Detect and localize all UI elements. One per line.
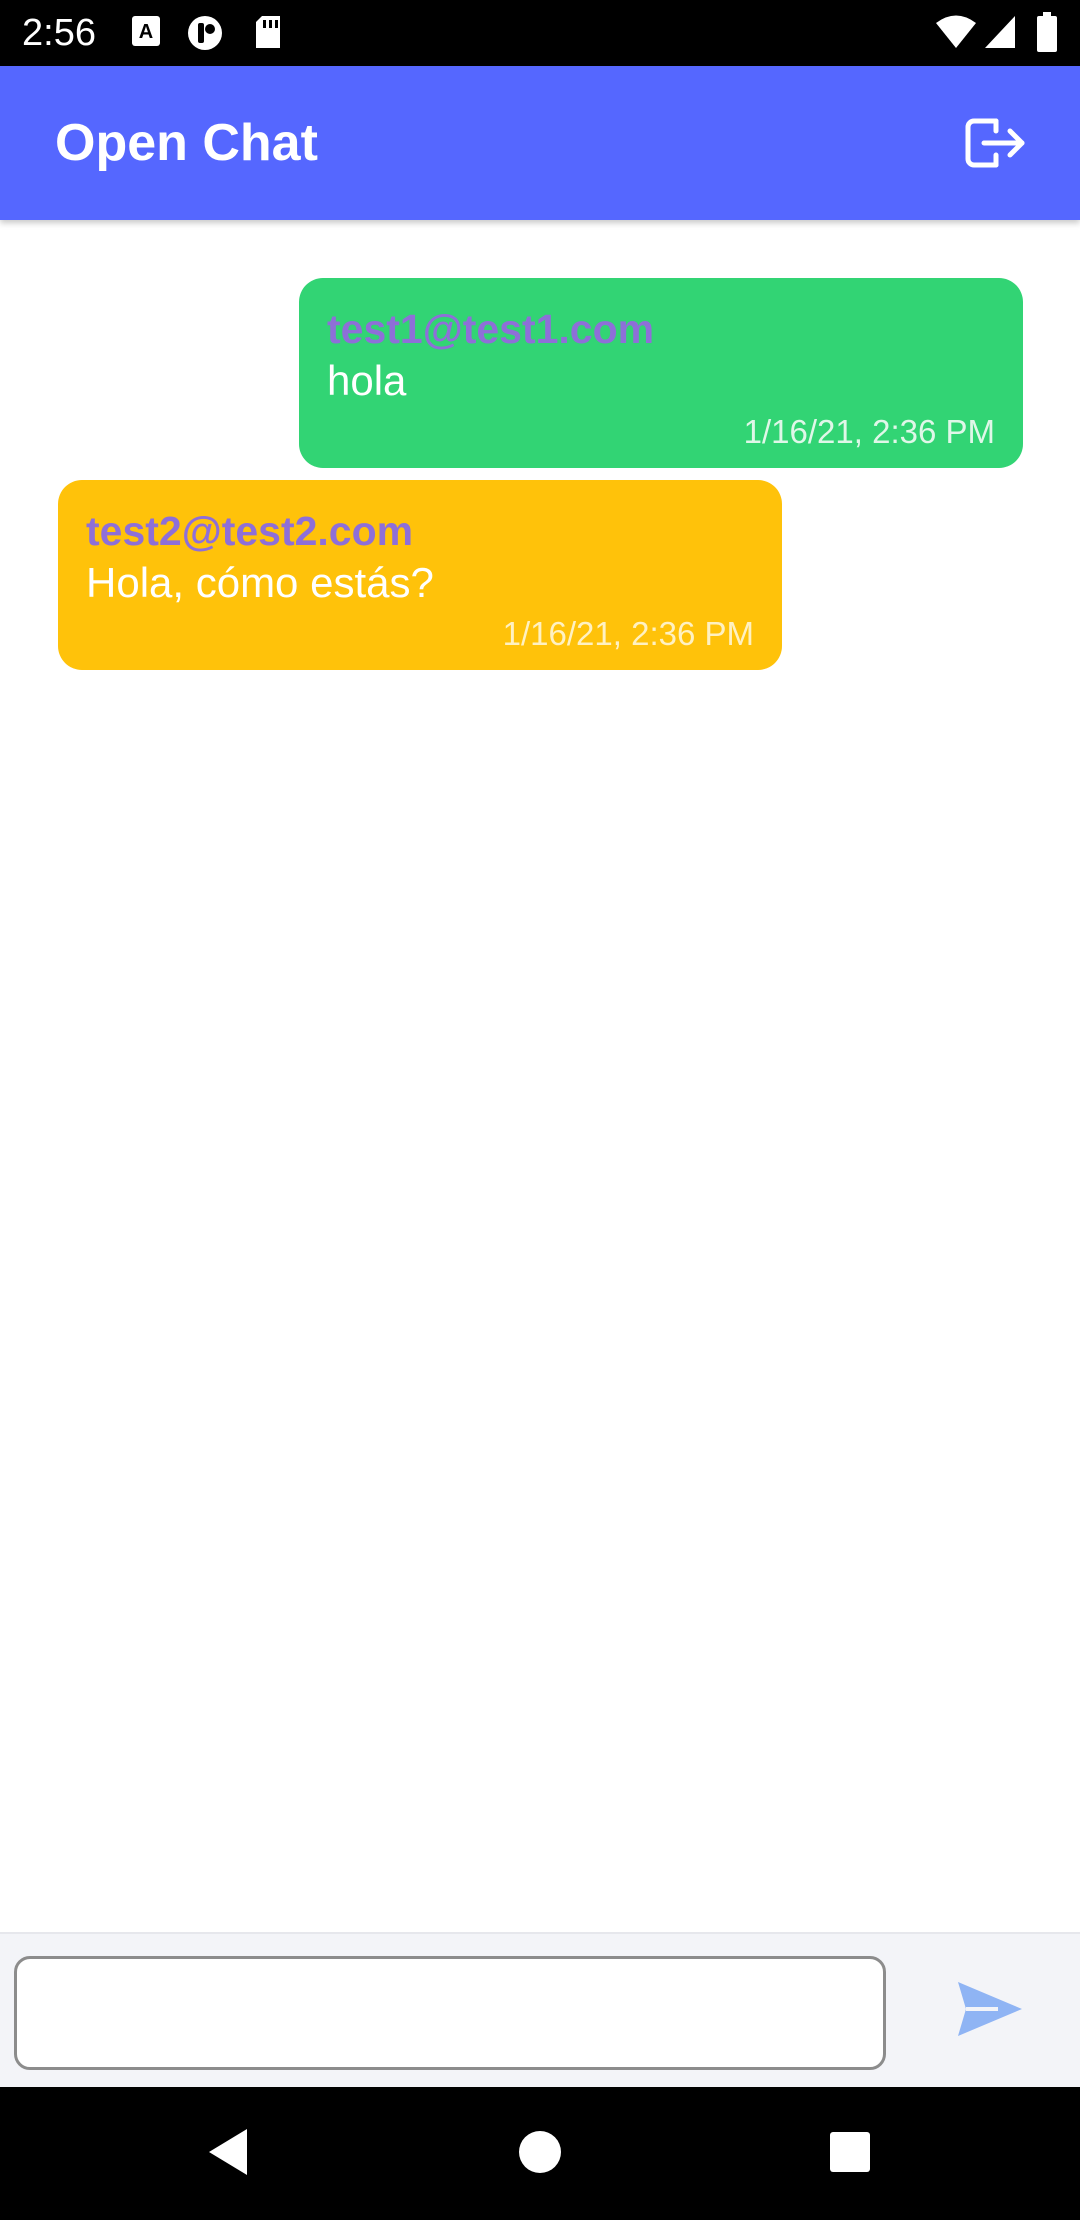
message-timestamp: 1/16/21, 2:36 PM [502,615,754,652]
back-button[interactable] [195,2117,265,2187]
message-text: hola [327,357,407,404]
send-icon [958,1982,1022,2036]
message-bubble-received: test2@test2.com Hola, cómo estás? 1/16/2… [58,480,782,670]
app-bar: Open Chat [0,66,1080,220]
logout-icon [965,118,1025,168]
record-icon [186,14,224,52]
svg-text:A: A [139,21,153,43]
message-sender: test2@test2.com [86,508,414,554]
composer-bar [0,1932,1080,2087]
signal-icon [983,14,1017,50]
wifi-icon [935,14,977,50]
message-input[interactable] [14,1956,886,2070]
sd-card-icon [252,14,284,50]
status-time: 2:56 [22,12,96,54]
message-sender: test1@test1.com [327,306,655,352]
message-text: Hola, cómo estás? [86,559,434,606]
recents-icon [830,2132,870,2172]
home-icon [519,2131,561,2173]
battery-icon [1036,12,1058,52]
home-button[interactable] [505,2117,575,2187]
logout-button[interactable] [962,113,1032,173]
status-bar: 2:56 A [0,0,1080,66]
back-icon [209,2129,247,2175]
recents-button[interactable] [815,2117,885,2187]
navigation-bar [0,2087,1080,2220]
app-title: Open Chat [55,114,318,172]
a11y-icon: A [130,14,162,50]
message-timestamp: 1/16/21, 2:36 PM [743,413,995,450]
message-list: test1@test1.com hola 1/16/21, 2:36 PM te… [0,220,1080,1932]
message-bubble-sent: test1@test1.com hola 1/16/21, 2:36 PM [299,278,1023,468]
app-screen: 2:56 A Open Chat test1@test1.com hola 1/… [0,0,1080,2220]
send-button[interactable] [954,1976,1026,2042]
